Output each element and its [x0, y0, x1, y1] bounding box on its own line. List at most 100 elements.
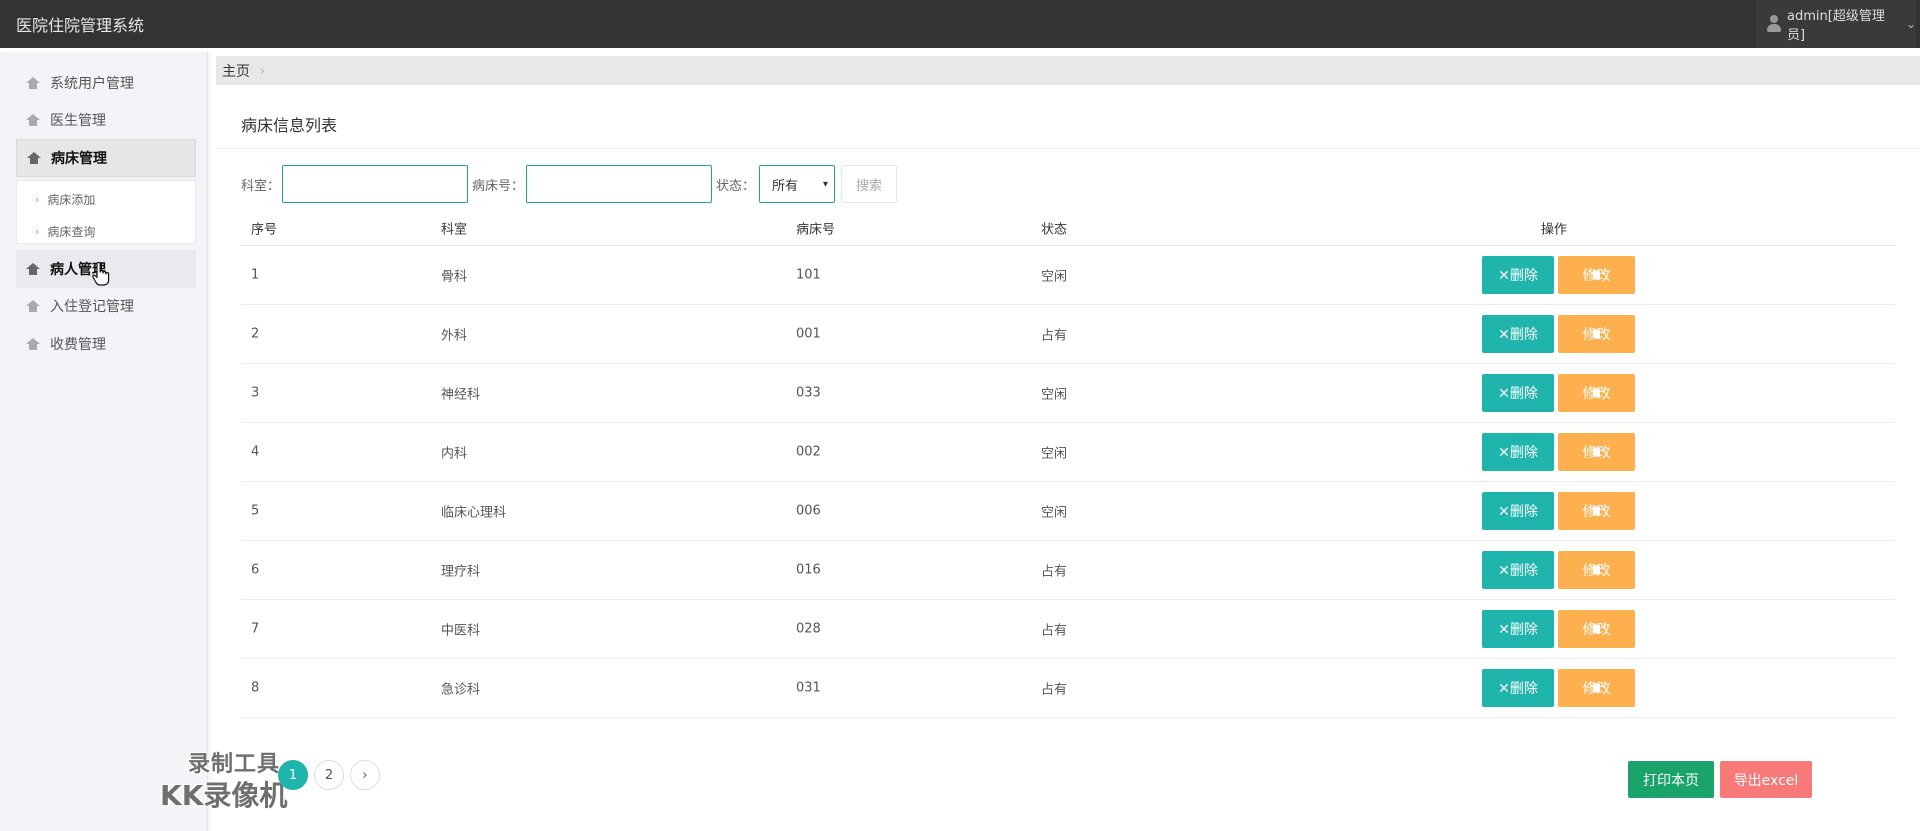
cell-no: 6 — [251, 562, 260, 578]
edit-label: 修改 — [1582, 327, 1611, 343]
header-actions: 操作 — [1541, 222, 1568, 237]
app-title: 医院住院管理系统 — [16, 16, 145, 35]
user-menu[interactable]: admin[超级管理员] ⌄ — [1756, 0, 1916, 48]
table-row: 3 神经科 033 空闲 ✕删除 修改 — [241, 364, 1895, 423]
bed-table: 序号 科室 病床号 状态 操作 1 骨科 101 空闲 ✕删除 修改 2 外科 001 占有 ✕删除… — [241, 210, 1895, 718]
divider — [216, 148, 1920, 149]
cell-bed: 031 — [796, 680, 821, 696]
status-label: 状态： — [716, 178, 756, 194]
submenu-item-add-bed[interactable]: › 病床添加 — [35, 191, 95, 208]
cell-status: 空闲 — [1041, 446, 1068, 462]
header-status: 状态 — [1041, 222, 1068, 237]
print-page-button[interactable]: 打印本页 — [1628, 761, 1714, 798]
delete-button[interactable]: ✕删除 — [1482, 669, 1554, 707]
edit-label: 修改 — [1582, 268, 1611, 284]
edit-button[interactable]: 修改 — [1558, 492, 1635, 530]
cell-no: 7 — [251, 621, 260, 637]
cell-status: 占有 — [1041, 682, 1068, 698]
chevron-down-icon: ⌄ — [1905, 17, 1916, 31]
breadcrumb: 主页 › — [216, 56, 1920, 85]
cell-dept: 临床心理科 — [441, 505, 507, 521]
row-actions: ✕删除 修改 — [1482, 492, 1635, 530]
sidebar-item-checkin[interactable]: 入住登记管理 — [16, 287, 196, 325]
table-row: 5 临床心理科 006 空闲 ✕删除 修改 — [241, 482, 1895, 541]
page-1[interactable]: 1 — [278, 760, 308, 790]
watermark-line2: KK录像机 — [160, 779, 288, 812]
cell-no: 1 — [251, 267, 260, 283]
table-row: 8 急诊科 031 占有 ✕删除 修改 — [241, 659, 1895, 718]
pagination: 1 2 › — [278, 760, 380, 790]
edit-button[interactable]: 修改 — [1558, 551, 1635, 589]
user-label: admin[超级管理员] — [1787, 9, 1885, 43]
edit-label: 修改 — [1582, 445, 1611, 461]
row-actions: ✕删除 修改 — [1482, 669, 1635, 707]
user-icon — [1766, 15, 1782, 33]
edit-label: 修改 — [1582, 386, 1611, 402]
breadcrumb-home[interactable]: 主页 — [222, 61, 250, 81]
sidebar-item-label: 系统用户管理 — [50, 76, 134, 92]
bed-number-input[interactable] — [526, 165, 713, 203]
sidebar-item-label: 收费管理 — [50, 337, 106, 353]
delete-button[interactable]: ✕删除 — [1482, 315, 1554, 353]
chevron-down-icon: ▾ — [823, 178, 829, 190]
table-header: 序号 科室 病床号 状态 操作 — [241, 210, 1895, 246]
delete-button[interactable]: ✕删除 — [1482, 256, 1554, 294]
dept-input[interactable] — [282, 165, 469, 203]
export-excel-button[interactable]: 导出excel — [1720, 761, 1812, 798]
next-page-button[interactable]: › — [350, 760, 380, 790]
row-actions: ✕删除 修改 — [1482, 433, 1635, 471]
sidebar-item-billing[interactable]: 收费管理 — [16, 325, 196, 363]
cell-status: 占有 — [1041, 623, 1068, 639]
cell-no: 4 — [251, 444, 260, 460]
delete-button[interactable]: ✕删除 — [1482, 492, 1554, 530]
page-2[interactable]: 2 — [314, 760, 344, 790]
status-select[interactable]: 所有 ▾ — [759, 165, 836, 203]
cell-dept: 理疗科 — [441, 564, 481, 580]
sidebar-item-beds[interactable]: 病床管理 — [16, 139, 196, 177]
header-bed: 病床号 — [796, 222, 836, 237]
cell-status: 空闲 — [1041, 387, 1068, 403]
edit-label: 修改 — [1582, 563, 1611, 579]
cell-status: 空闲 — [1041, 505, 1068, 521]
delete-button[interactable]: ✕删除 — [1482, 610, 1554, 648]
top-bar: 医院住院管理系统 admin[超级管理员] ⌄ — [0, 0, 1920, 48]
delete-button[interactable]: ✕删除 — [1482, 374, 1554, 412]
row-actions: ✕删除 修改 — [1482, 315, 1635, 353]
cell-dept: 神经科 — [441, 387, 481, 403]
row-actions: ✕删除 修改 — [1482, 374, 1635, 412]
search-button[interactable]: 搜索 — [841, 165, 898, 203]
sidebar-item-doctors[interactable]: 医生管理 — [16, 101, 196, 139]
cell-bed: 002 — [796, 444, 821, 460]
search-bar: 科室： 病床号： 状态： 所有 ▾ 搜索 — [241, 165, 898, 203]
edit-button[interactable]: 修改 — [1558, 610, 1635, 648]
edit-button[interactable]: 修改 — [1558, 669, 1635, 707]
table-row: 7 中医科 028 占有 ✕删除 修改 — [241, 600, 1895, 659]
edit-button[interactable]: 修改 — [1558, 315, 1635, 353]
row-actions: ✕删除 修改 — [1482, 256, 1635, 294]
cell-bed: 028 — [796, 621, 821, 637]
chevron-right-icon: › — [35, 225, 40, 238]
edit-button[interactable]: 修改 — [1558, 256, 1635, 294]
page-title: 病床信息列表 — [241, 116, 338, 135]
sidebar-item-label: 医生管理 — [50, 113, 106, 129]
cell-status: 占有 — [1041, 328, 1068, 344]
delete-button[interactable]: ✕删除 — [1482, 433, 1554, 471]
cell-no: 5 — [251, 503, 260, 519]
table-row: 4 内科 002 空闲 ✕删除 修改 — [241, 423, 1895, 482]
cell-bed: 033 — [796, 385, 821, 401]
home-icon — [26, 263, 40, 275]
edit-button[interactable]: 修改 — [1558, 433, 1635, 471]
table-body: 1 骨科 101 空闲 ✕删除 修改 2 外科 001 占有 ✕删除 修改 3 神经科 033 空闲 ✕删除 修改… — [241, 246, 1895, 718]
sidebar-item-system-users[interactable]: 系统用户管理 — [16, 64, 196, 102]
header-no: 序号 — [251, 222, 278, 237]
edit-button[interactable]: 修改 — [1558, 374, 1635, 412]
delete-button[interactable]: ✕删除 — [1482, 551, 1554, 589]
submenu-item-query-bed[interactable]: › 病床查询 — [35, 223, 95, 240]
home-icon — [26, 77, 40, 89]
sidebar: 系统用户管理 医生管理 病床管理 › 病床添加 › 病床查询 病人管理 入住登记… — [0, 52, 208, 831]
cell-dept: 内科 — [441, 446, 468, 462]
home-icon — [27, 152, 41, 164]
cell-bed: 001 — [796, 326, 821, 342]
cell-no: 8 — [251, 680, 260, 696]
cell-dept: 骨科 — [441, 269, 468, 285]
